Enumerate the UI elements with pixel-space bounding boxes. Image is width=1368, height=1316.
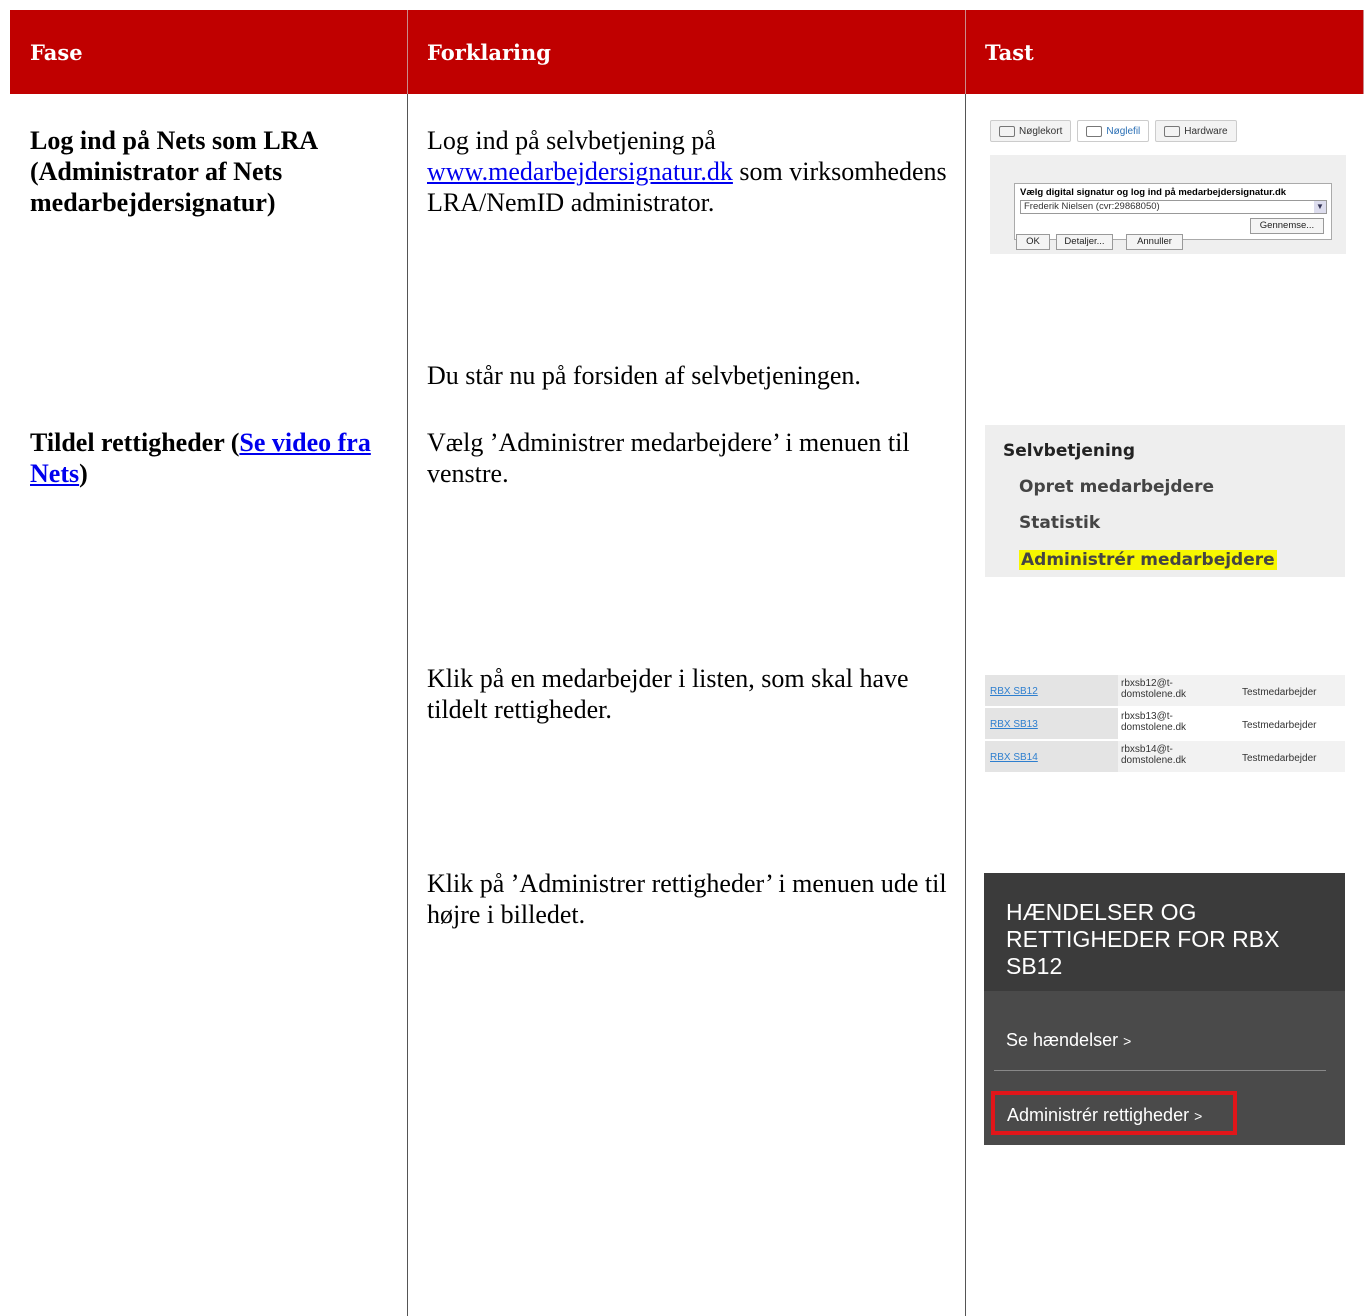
column-divider — [965, 94, 966, 1316]
table-row[interactable]: RBX SB14 rbxsb14@t-domstolene.dk Testmed… — [985, 741, 1345, 772]
signature-dialog: Vælg digital signatur og log ind på meda… — [1014, 183, 1332, 240]
medarbejdersignatur-link[interactable]: www.medarbejdersignatur.dk — [427, 157, 733, 186]
menu-screenshot: Selvbetjening Opret medarbejdere Statist… — [985, 425, 1345, 577]
header-forklaring: Forklaring — [427, 39, 551, 65]
employee-name-link[interactable]: RBX SB14 — [990, 752, 1038, 763]
tab-label: Nøglekort — [1019, 125, 1063, 137]
phase-login: Log ind på Nets som LRA (Administrator a… — [30, 126, 317, 217]
header-divider — [1363, 10, 1364, 94]
dialog-title: Vælg digital signatur og log ind på meda… — [1020, 187, 1287, 198]
header-divider — [965, 10, 966, 94]
menu-item-statistics[interactable]: Statistik — [1019, 513, 1100, 533]
details-button[interactable]: Detaljer... — [1056, 234, 1113, 250]
table-row[interactable]: RBX SB13 rbxsb13@t-domstolene.dk Testmed… — [985, 708, 1345, 739]
key-file-icon — [1086, 125, 1103, 137]
chevron-right-icon: > — [1123, 1033, 1132, 1049]
manage-rights-link[interactable]: Administrér rettigheder > — [1007, 1105, 1202, 1126]
phase-text: Tildel rettigheder ( — [30, 428, 240, 457]
divider — [994, 1070, 1326, 1071]
cancel-button[interactable]: Annuller — [1126, 234, 1183, 250]
explanation-step1: Vælg ’Administrer medarbejdere’ i menuen… — [427, 428, 910, 488]
chevron-down-icon: ▼ — [1314, 201, 1326, 213]
employee-email: rbxsb14@t-domstolene.dk — [1121, 744, 1187, 766]
header-divider — [407, 10, 408, 94]
table-header: Fase Forklaring Tast — [10, 10, 1364, 94]
highlight: Administrér medarbejdere — [1019, 550, 1277, 570]
phase-text: ) — [79, 459, 88, 488]
employee-list-screenshot: RBX SB12 rbxsb12@t-domstolene.dk Testmed… — [985, 675, 1345, 773]
employee-name-link[interactable]: RBX SB12 — [990, 686, 1038, 697]
panel-title: HÆNDELSER OG RETTIGHEDER FOR RBX SB12 — [1006, 899, 1280, 979]
employee-email: rbxsb12@t-domstolene.dk — [1121, 678, 1187, 700]
chevron-right-icon: > — [1194, 1108, 1203, 1124]
employee-type: Testmedarbejder — [1242, 753, 1317, 764]
rights-panel-screenshot: HÆNDELSER OG RETTIGHEDER FOR RBX SB12 Se… — [984, 873, 1345, 1145]
tab-label: Nøglefil — [1106, 125, 1141, 137]
browse-button[interactable]: Gennemse... — [1250, 218, 1324, 234]
hardware-icon — [1164, 125, 1181, 137]
see-events-link[interactable]: Se hændelser > — [1006, 1030, 1131, 1051]
explanation-text: Log ind på selvbetjening på — [427, 126, 716, 155]
menu-item-manage-employees[interactable]: Administrér medarbejdere — [1019, 550, 1277, 570]
column-divider — [407, 94, 408, 1316]
tab-label: Hardware — [1184, 125, 1228, 137]
tab-noeglekort[interactable]: Nøglekort — [990, 120, 1072, 142]
selected-signature: Frederik Nielsen (cvr:29868050) — [1024, 201, 1160, 212]
login-screenshot: Nøglekort Nøglefil Hardware Vælg digital… — [990, 120, 1346, 254]
employee-name-link[interactable]: RBX SB13 — [990, 719, 1038, 730]
card-icon — [999, 125, 1015, 137]
ok-button[interactable]: OK — [1016, 234, 1050, 250]
link-label: Administrér rettigheder — [1007, 1105, 1190, 1125]
header-fase: Fase — [30, 39, 83, 65]
menu-item-create[interactable]: Opret medarbejdere — [1019, 477, 1214, 497]
explanation-step3: Klik på ’Administrer rettigheder’ i menu… — [427, 869, 947, 929]
header-tast: Tast — [985, 39, 1034, 65]
login-tabs: Nøglekort Nøglefil Hardware — [990, 120, 1346, 142]
phase-assign-rights: Tildel rettigheder (Se video fra Nets) — [30, 427, 380, 489]
tab-hardware[interactable]: Hardware — [1155, 120, 1237, 142]
employee-type: Testmedarbejder — [1242, 720, 1317, 731]
explanation-step2: Klik på en medarbejder i listen, som ska… — [427, 664, 909, 724]
explanation-frontpage: Du står nu på forsiden af selvbetjeninge… — [427, 361, 861, 390]
menu-heading: Selvbetjening — [1003, 441, 1136, 461]
link-label: Se hændelser — [1006, 1030, 1119, 1050]
signature-select[interactable]: Frederik Nielsen (cvr:29868050) ▼ — [1020, 200, 1327, 214]
explanation-login: Log ind på selvbetjening på www.medarbej… — [427, 125, 957, 218]
employee-type: Testmedarbejder — [1242, 687, 1317, 698]
employee-email: rbxsb13@t-domstolene.dk — [1121, 711, 1187, 733]
table-row[interactable]: RBX SB12 rbxsb12@t-domstolene.dk Testmed… — [985, 675, 1345, 706]
tab-noeglefil[interactable]: Nøglefil — [1077, 120, 1150, 142]
